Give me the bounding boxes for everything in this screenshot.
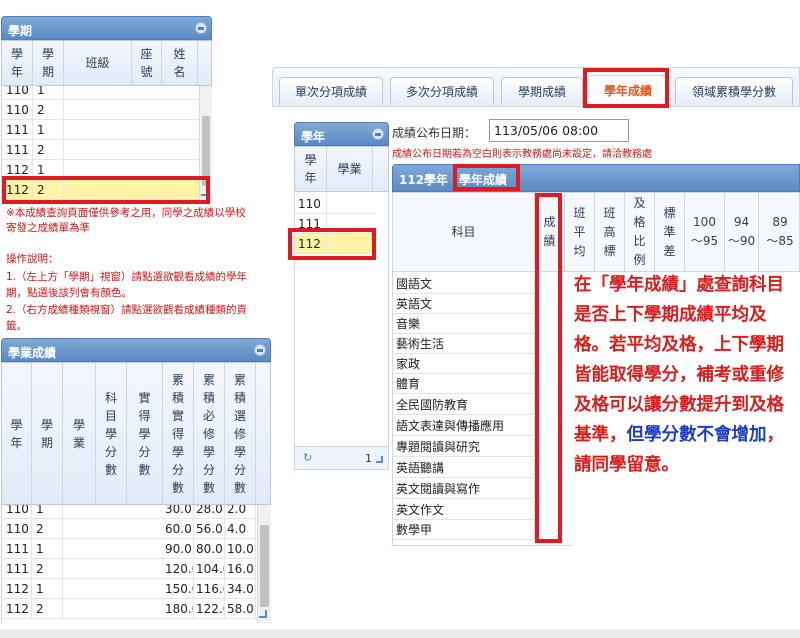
semester-row[interactable]: 110 1	[2, 86, 199, 100]
subject-row[interactable]: 英文作文	[393, 500, 535, 520]
subject-row[interactable]: 語文表達與傳播應用	[393, 416, 535, 436]
subject-row[interactable]: 數學甲	[393, 520, 535, 540]
col-cum-required[interactable]: 累 積 必 修 學 分 數	[194, 363, 225, 504]
instructions-title: 操作說明：	[6, 253, 59, 265]
publish-date-field: 113/05/06 08:00	[489, 119, 629, 142]
col-school-year[interactable]: 學 年	[2, 41, 33, 85]
col-class-high[interactable]: 班 高 標	[595, 193, 625, 271]
subject-row[interactable]: 全民國防教育	[393, 395, 535, 415]
year-panel-header: 學年	[294, 122, 389, 146]
year-row[interactable]: 110	[295, 194, 375, 214]
subject-row[interactable]: 藝術生活	[393, 334, 535, 354]
highlight-year-112	[288, 228, 376, 260]
col-academic[interactable]: 學業	[327, 147, 373, 191]
scroll-thumb[interactable]	[260, 525, 269, 607]
academic-panel-title: 學業成績	[8, 346, 57, 360]
instruction-step1b: 期，點選後該列會有顏色。	[6, 287, 132, 299]
semester-grid-header: 學 年 學 期 班級 座 號 姓 名	[1, 40, 212, 86]
subject-row[interactable]: 英語文	[393, 294, 535, 314]
collapse-icon[interactable]	[372, 128, 384, 140]
highlight-score-column	[535, 193, 562, 543]
year-pager: ↻ 1	[294, 446, 389, 470]
academic-row[interactable]: 110 2 60.0 56.0 4.0	[2, 519, 257, 539]
publish-date-hint: 成績公布日期若為空白則表示教務處尚未設定，請洽教務處	[392, 149, 652, 160]
tab-semester-scores[interactable]: 學期成績	[501, 77, 583, 105]
col-std-dev[interactable]: 標 準 差	[655, 193, 685, 271]
col-name[interactable]: 姓 名	[162, 41, 198, 85]
highlight-semester-112-2	[2, 176, 210, 204]
instruction-step2a: 2.（右方成績種類視窗）請點選欲觀看成績種類的頁	[6, 304, 248, 316]
annotation-note: 在「學年成績」處查詢科目是否上下學期成績平均及格。若平均及格，上下學期皆能取得學…	[574, 270, 796, 480]
col-seat-number[interactable]: 座 號	[132, 41, 162, 85]
subject-row[interactable]: 國語文	[393, 274, 535, 294]
year-panel-title: 學年	[301, 130, 326, 144]
year-grid-header: 學 年 學業	[294, 146, 389, 192]
academic-grid-body: 110 1 30.0 28.0 2.0 110 2 60.0 56.0 4.0 …	[1, 505, 257, 623]
col-earned-credits[interactable]: 實 得 學 分 數	[127, 363, 163, 504]
score-type-tabs: 單次分項成績 多次分項成績 學期成績 學年成績 領域累積學分數	[272, 67, 800, 107]
subject-row[interactable]: 體育	[393, 374, 535, 394]
col-academic[interactable]: 學 業	[63, 363, 96, 504]
semester-panel-title: 學期	[8, 24, 33, 38]
instruction-step2b: 籤。	[6, 320, 27, 332]
academic-scrollbar[interactable]	[257, 505, 271, 623]
semester-panel-header: 學期	[1, 16, 212, 40]
annotation-part1: 在「學年成績」處查詢科目是否上下學期成績平均及格。若平均及格，上下學期皆能取得學…	[574, 275, 784, 445]
publish-date-label: 成績公布日期：	[392, 126, 477, 140]
semester-row[interactable]: 110 2	[2, 100, 199, 120]
subject-row[interactable]: 英文閱讀與寫作	[393, 479, 535, 499]
pager-count: 1	[365, 452, 372, 465]
col-semester[interactable]: 學 期	[33, 41, 64, 85]
col-class[interactable]: 班級	[64, 41, 132, 85]
tab-domain-credits[interactable]: 領域累積學分數	[675, 77, 793, 105]
page-bottom-bar	[0, 629, 800, 638]
col-cum-earned[interactable]: 累 積 實 得 學 分 數	[163, 363, 194, 504]
tab-multi-item-scores[interactable]: 多次分項成績	[390, 77, 494, 105]
academic-row[interactable]: 111 1 90.0 80.0 10.0	[2, 539, 257, 559]
col-cum-elective[interactable]: 累 積 選 修 學 分 數	[225, 363, 256, 504]
annotation-part2: 但學分數不會增加	[626, 425, 767, 445]
col-semester[interactable]: 學 期	[32, 363, 63, 504]
academic-row[interactable]: 112 2 180.0 122.0 58.0	[2, 599, 257, 619]
semester-row[interactable]: 111 1	[2, 120, 199, 140]
disclaimer-line2: 寄發之成績單為準	[6, 222, 90, 234]
academic-grid-header: 學 年 學 期 學 業 科 目 學 分 數 實 得 學 分 數 累 積 實 得 …	[1, 362, 271, 505]
col-school-year[interactable]: 學 年	[295, 147, 327, 191]
academic-row[interactable]: 110 1 30.0 28.0 2.0	[2, 505, 257, 519]
col-range-89-85[interactable]: 89 ～85	[759, 193, 800, 271]
tab-single-item-scores[interactable]: 單次分項成績	[279, 77, 383, 105]
academic-row[interactable]: 111 2 120.0 104.0 16.0	[2, 559, 257, 579]
highlight-year-score-title	[453, 164, 520, 191]
resize-handle-icon[interactable]	[376, 456, 383, 463]
col-class-average[interactable]: 班 平 均	[565, 193, 595, 271]
col-range-94-90[interactable]: 94 ～90	[725, 193, 759, 271]
col-subject[interactable]: 科目	[393, 193, 535, 271]
col-school-year[interactable]: 學 年	[2, 363, 32, 504]
collapse-icon[interactable]	[195, 22, 207, 34]
col-range-100-95[interactable]: 100 ～95	[685, 193, 725, 271]
instruction-step1a: 1.（左上方「學期」視窗）請點選欲觀看成績的學年	[6, 271, 248, 283]
academic-panel-header: 學業成績	[1, 338, 271, 362]
year-score-year-label: 112學年	[399, 173, 449, 187]
academic-row[interactable]: 112 1 150.0 116.0 34.0	[2, 579, 257, 599]
subject-row[interactable]: 家政	[393, 354, 535, 374]
col-pass-ratio[interactable]: 及 格 比 例	[625, 193, 655, 271]
subject-row[interactable]: 英語聽講	[393, 458, 535, 478]
highlight-year-tab	[583, 68, 669, 108]
subject-row[interactable]: 音樂	[393, 314, 535, 334]
collapse-icon[interactable]	[254, 344, 266, 356]
resize-handle-icon[interactable]	[259, 610, 267, 618]
year-score-table-header: 科目 成 績 班 平 均 班 高 標 及 格 比 例 標 準 差 100 ～95…	[392, 192, 800, 272]
subject-row[interactable]: 專題閱讀與研究	[393, 437, 535, 457]
disclaimer-line1: ※本成績查詢頁面僅供參考之用，同學之成績以學校	[6, 207, 246, 219]
refresh-icon[interactable]: ↻	[303, 451, 312, 464]
semester-row[interactable]: 111 2	[2, 140, 199, 160]
col-subject-credits[interactable]: 科 目 學 分 數	[96, 363, 127, 504]
